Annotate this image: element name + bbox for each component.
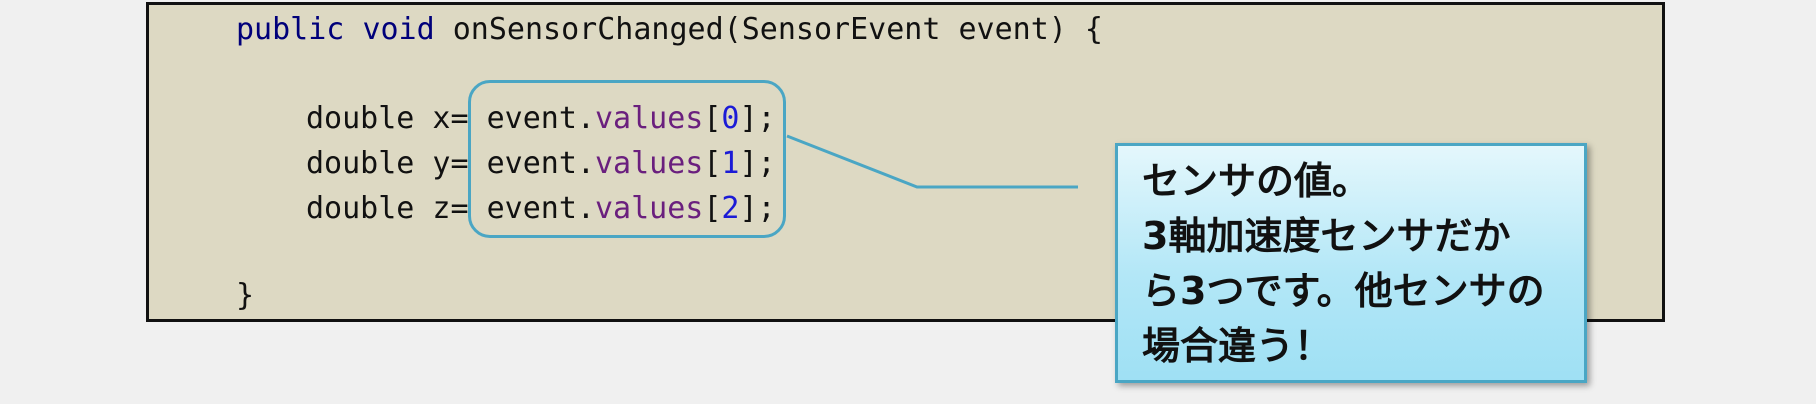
keyword-public: public xyxy=(236,12,345,47)
annotation-callout: センサの値。 3軸加速度センサだか ら3つです。他センサの 場合違う！ xyxy=(1115,143,1587,383)
method-signature-rest: onSensorChanged(SensorEvent event) { xyxy=(434,12,1103,47)
closing-brace: } xyxy=(236,278,255,313)
method-signature: public void onSensorChanged(SensorEvent … xyxy=(236,12,1103,48)
values-highlight-box xyxy=(468,80,786,238)
keyword-void: void xyxy=(362,12,435,47)
callout-line: センサの値。 xyxy=(1142,159,1371,203)
callout-line: ら3つです。他センサの xyxy=(1142,269,1545,313)
callout-line: 3軸加速度センサだか xyxy=(1142,214,1511,258)
callout-line: 場合違う！ xyxy=(1142,324,1333,368)
